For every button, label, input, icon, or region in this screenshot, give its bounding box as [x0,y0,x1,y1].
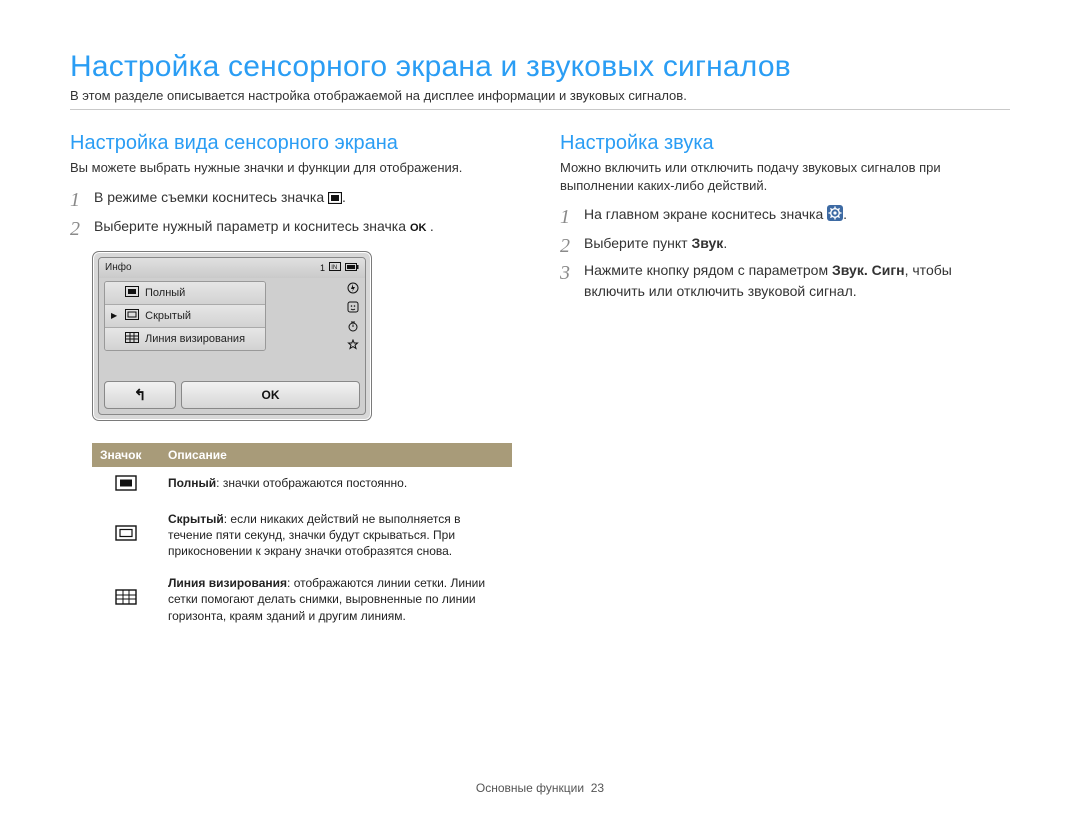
right-step-1-text: На главном экране коснитесь значка [584,206,827,222]
table-row: Скрытый: если никаких действий не выполн… [92,503,512,568]
timer-icon [347,320,359,335]
device-row-hidden: Скрытый [105,305,265,328]
right-step-3-bold: Звук. Сигн [832,262,905,278]
full-cell-desc: Полный: значки отображаются постоянно. [160,467,512,503]
grid-row-icon [125,332,139,346]
intro-text: В этом разделе описывается настройка ото… [70,88,1010,103]
svg-text:IN: IN [331,265,337,271]
table-row: Линия визирования: отображаются линии се… [92,567,512,632]
table-row: Полный: значки отображаются постоянно. [92,467,512,503]
left-heading: Настройка вида сенсорного экрана [70,132,520,155]
right-lead: Можно включить или отключить подачу звук… [560,159,1010,194]
left-lead: Вы можете выбрать нужные значки и функци… [70,159,520,177]
right-step-2-bold: Звук [691,235,723,251]
footer-page-number: 23 [591,781,604,795]
right-heading: Настройка звука [560,132,1010,155]
settings-gear-icon [827,205,843,227]
grid-cell-icon [92,567,160,632]
right-step-1: На главном экране коснитесь значка . [560,204,1010,227]
left-step-1-text: В режиме съемки коснитесь значка [94,189,328,205]
device-ok-button: OK [181,381,360,409]
right-step-3-text: Нажмите кнопку рядом с параметром [584,262,832,278]
back-arrow-icon: ↰ [134,386,147,404]
page-footer: Основные функции 23 [0,781,1080,795]
footer-section: Основные функции [476,781,584,795]
ok-touch-icon: OK [410,218,430,239]
full-row-icon [125,286,139,300]
icon-description-table: Значок Описание Полный: значки отображаю… [92,443,512,632]
device-row-grid-label: Линия визирования [145,333,245,345]
device-back-button: ↰ [104,381,176,409]
svg-text:OK: OK [410,222,427,233]
device-row-full: Полный [105,282,265,305]
full-cell-icon [92,467,160,503]
hidden-cell-icon [92,503,160,568]
table-head-icon: Значок [92,443,160,467]
right-step-1-tail: . [843,206,847,222]
stabilization-icon [347,339,359,354]
battery-icon [345,263,359,273]
memory-icon: IN [329,262,341,273]
device-side-icons [347,282,359,354]
hidden-cell-desc: Скрытый: если никаких действий не выполн… [160,503,512,568]
right-step-2-tail: . [723,235,727,251]
face-icon [347,301,359,316]
device-row-grid: Линия визирования [105,328,265,350]
right-step-2: Выберите пункт Звук. [560,233,1010,254]
device-row-hidden-label: Скрытый [145,310,191,322]
hidden-row-icon [125,309,139,323]
device-screenshot: Инфо 1 IN [92,251,372,421]
device-header-label: Инфо [105,262,132,273]
page-title: Настройка сенсорного экрана и звуковых с… [70,50,1010,84]
grid-cell-desc: Линия визирования: отображаются линии се… [160,567,512,632]
flash-icon [347,282,359,297]
device-status-count: 1 [320,263,325,273]
right-step-3: Нажмите кнопку рядом с параметром Звук. … [560,260,1010,302]
table-head-desc: Описание [160,443,512,467]
display-mode-icon [328,189,342,210]
left-step-2-tail: . [430,218,434,234]
left-step-1-tail: . [342,189,346,205]
device-row-full-label: Полный [145,287,185,299]
right-step-2-text: Выберите пункт [584,235,691,251]
left-step-2-text: Выберите нужный параметр и коснитесь зна… [94,218,410,234]
left-step-2: Выберите нужный параметр и коснитесь зна… [70,216,520,239]
left-step-1: В режиме съемки коснитесь значка . [70,187,520,210]
divider [70,109,1010,110]
